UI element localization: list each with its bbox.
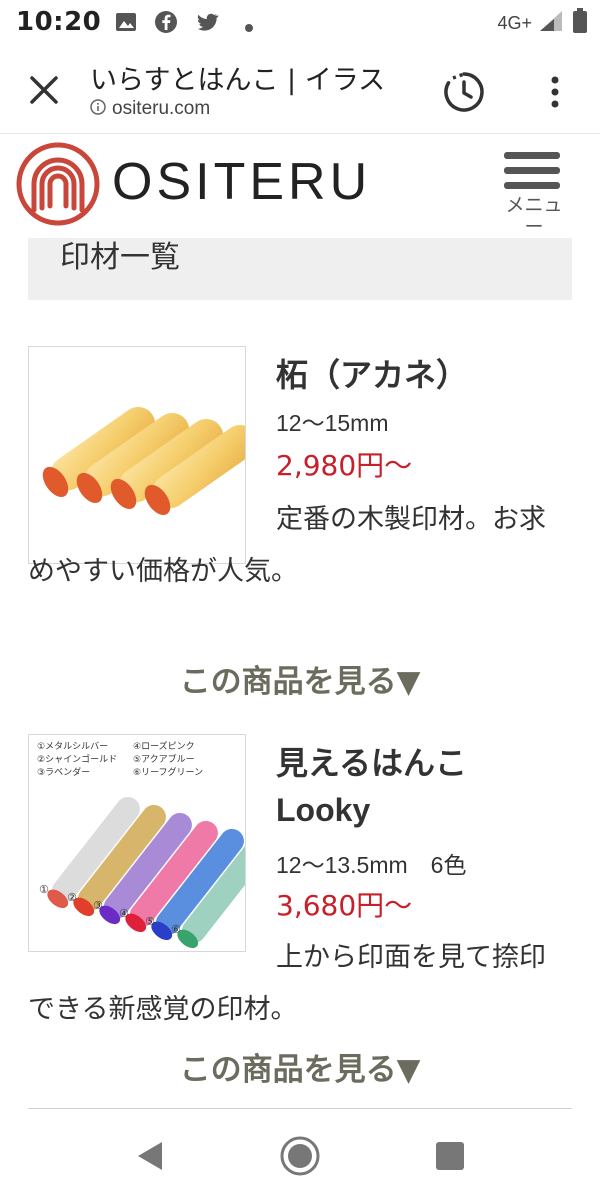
back-icon[interactable]: [128, 1134, 172, 1178]
number-label: ①: [39, 883, 49, 896]
view-product-link[interactable]: この商品を見る▼: [0, 1044, 600, 1089]
number-label: ③: [93, 899, 103, 912]
view-product-link[interactable]: この商品を見る▼: [0, 656, 600, 701]
recents-icon[interactable]: [428, 1134, 472, 1178]
info-icon[interactable]: [90, 99, 106, 119]
history-icon[interactable]: [440, 68, 488, 116]
section-heading-text: 印材一覧: [60, 240, 180, 275]
battery-icon: [572, 8, 588, 38]
system-nav-bar: [0, 1112, 600, 1200]
product-subname: Looky: [276, 792, 371, 828]
product-size: 12～13.5mm 6色: [276, 852, 467, 878]
url-text[interactable]: ositeru.com: [112, 98, 210, 120]
url-bar[interactable]: ositeru.com: [90, 98, 210, 120]
section-heading: 印材一覧: [28, 238, 572, 300]
facebook-icon: [154, 10, 178, 38]
logo-text[interactable]: OSITERU: [112, 152, 371, 212]
dot-icon: [244, 18, 254, 37]
more-vert-icon[interactable]: [540, 70, 570, 114]
product-size: 12～15mm: [276, 410, 389, 436]
product-name: 柘（アカネ）: [276, 356, 469, 394]
site-header: OSITERU メニュー: [0, 134, 600, 238]
product-description: 上から印面を見て捺印できる新感覚の印材。: [28, 942, 546, 1025]
number-label: ⑤: [145, 915, 155, 928]
product-price: 3,680円～: [276, 889, 413, 922]
page-title: いらすとはんこ | イラス: [90, 65, 386, 96]
number-label: ②: [67, 891, 77, 904]
image-icon: [114, 10, 138, 38]
product-description: 定番の木製印材。お求めやすい価格が人気。: [28, 504, 546, 587]
divider: [28, 1108, 572, 1109]
browser-toolbar: いらすとはんこ | イラス ositeru.com: [0, 46, 600, 134]
close-icon[interactable]: [22, 68, 66, 112]
twitter-icon: [194, 10, 220, 38]
network-type: 4G+: [497, 12, 532, 33]
home-icon[interactable]: [278, 1134, 322, 1178]
product-name: 見えるはんこ: [276, 744, 468, 782]
menu-button[interactable]: メニュー: [502, 148, 564, 238]
menu-label: メニュー: [505, 194, 563, 238]
number-label: ④: [119, 907, 129, 920]
product-image-looky[interactable]: ①メタルシルバー ②シャインゴールド ③ラベンダー ④ローズピンク ⑤アクアブル…: [28, 734, 246, 952]
status-bar: 10:20 4G+: [0, 0, 600, 46]
hamburger-icon: [504, 152, 560, 159]
status-time: 10:20: [16, 7, 102, 37]
signal-icon: [538, 9, 566, 37]
product-price: 2,980円～: [276, 449, 413, 482]
ositeru-logo-icon[interactable]: [16, 142, 100, 226]
